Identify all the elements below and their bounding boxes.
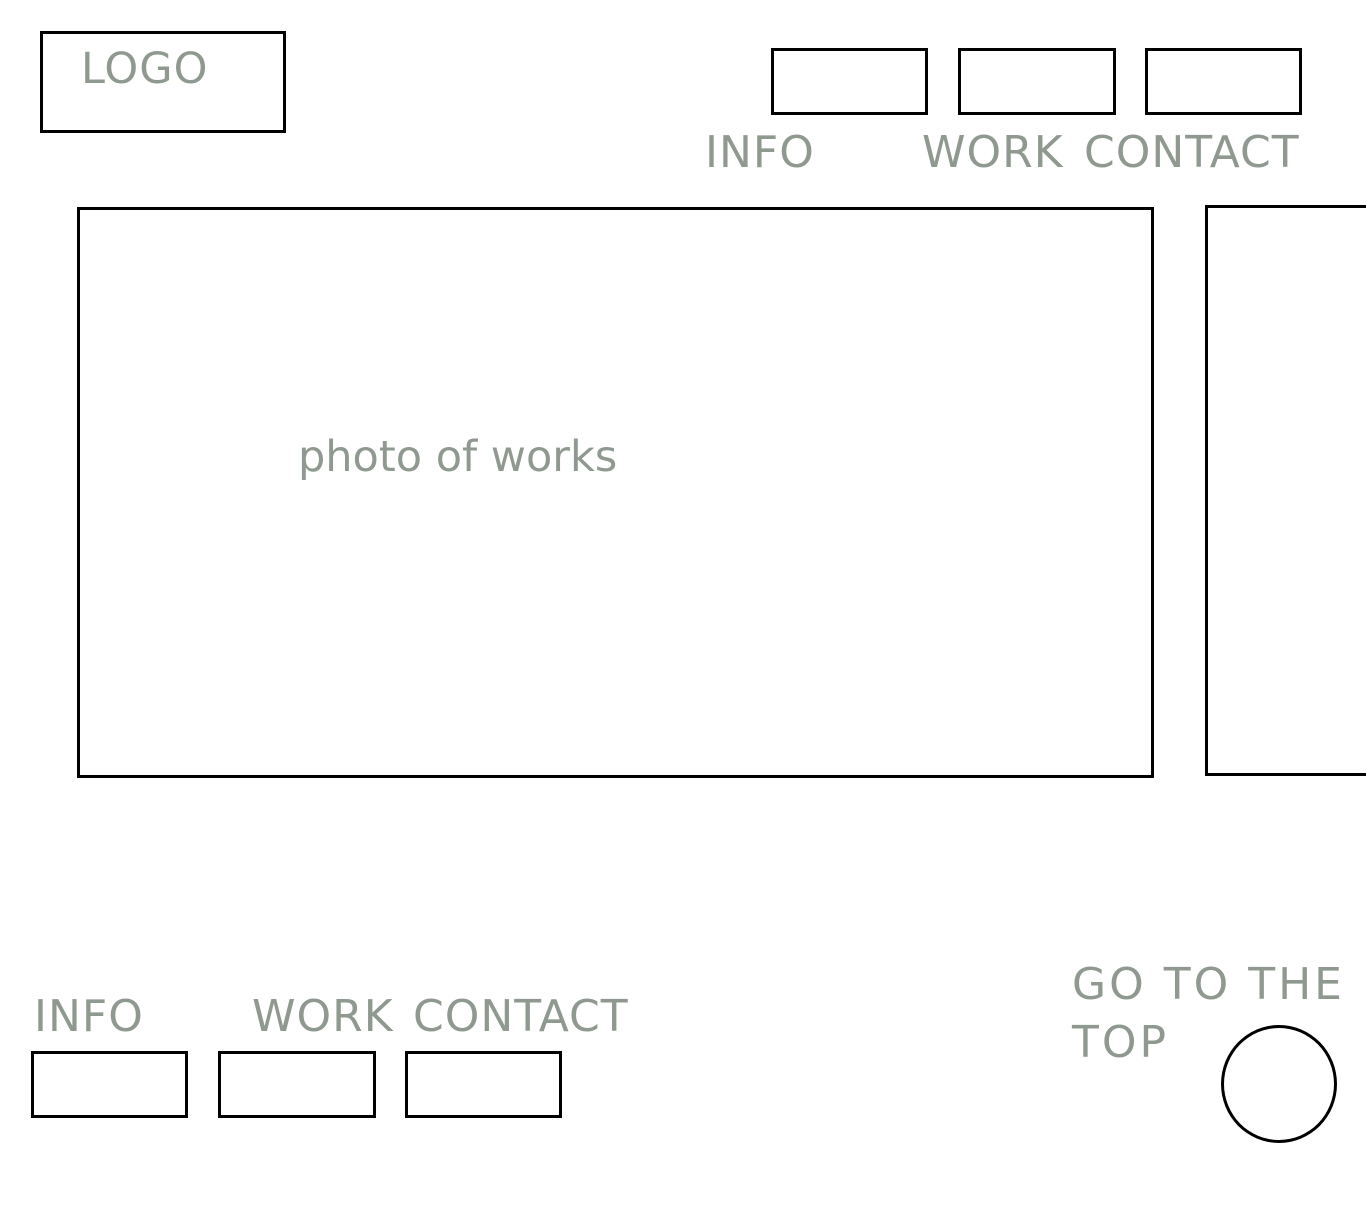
- works-photo-main[interactable]: photo of works: [77, 207, 1154, 778]
- footer-nav-work-label: WORK: [252, 991, 394, 1042]
- footer-nav-contact-button[interactable]: [405, 1051, 562, 1118]
- footer-nav-info-label: INFO: [34, 991, 144, 1042]
- header-nav-work-button[interactable]: [958, 48, 1116, 115]
- header-nav-contact-label: CONTACT: [1084, 127, 1300, 178]
- header-nav-info-label: INFO: [705, 127, 815, 178]
- footer-nav-contact-label: CONTACT: [413, 991, 629, 1042]
- footer-nav-info-button[interactable]: [31, 1051, 188, 1118]
- works-photo-next[interactable]: [1205, 205, 1366, 776]
- header-nav-work-label: WORK: [922, 127, 1064, 178]
- header-nav-contact-button[interactable]: [1145, 48, 1302, 115]
- footer-nav-work-button[interactable]: [218, 1051, 376, 1118]
- works-photo-label: photo of works: [298, 432, 618, 482]
- go-to-top-button[interactable]: [1221, 1025, 1337, 1143]
- logo[interactable]: LOGO: [40, 31, 286, 133]
- logo-label: LOGO: [81, 44, 209, 94]
- header-nav-info-button[interactable]: [771, 48, 928, 115]
